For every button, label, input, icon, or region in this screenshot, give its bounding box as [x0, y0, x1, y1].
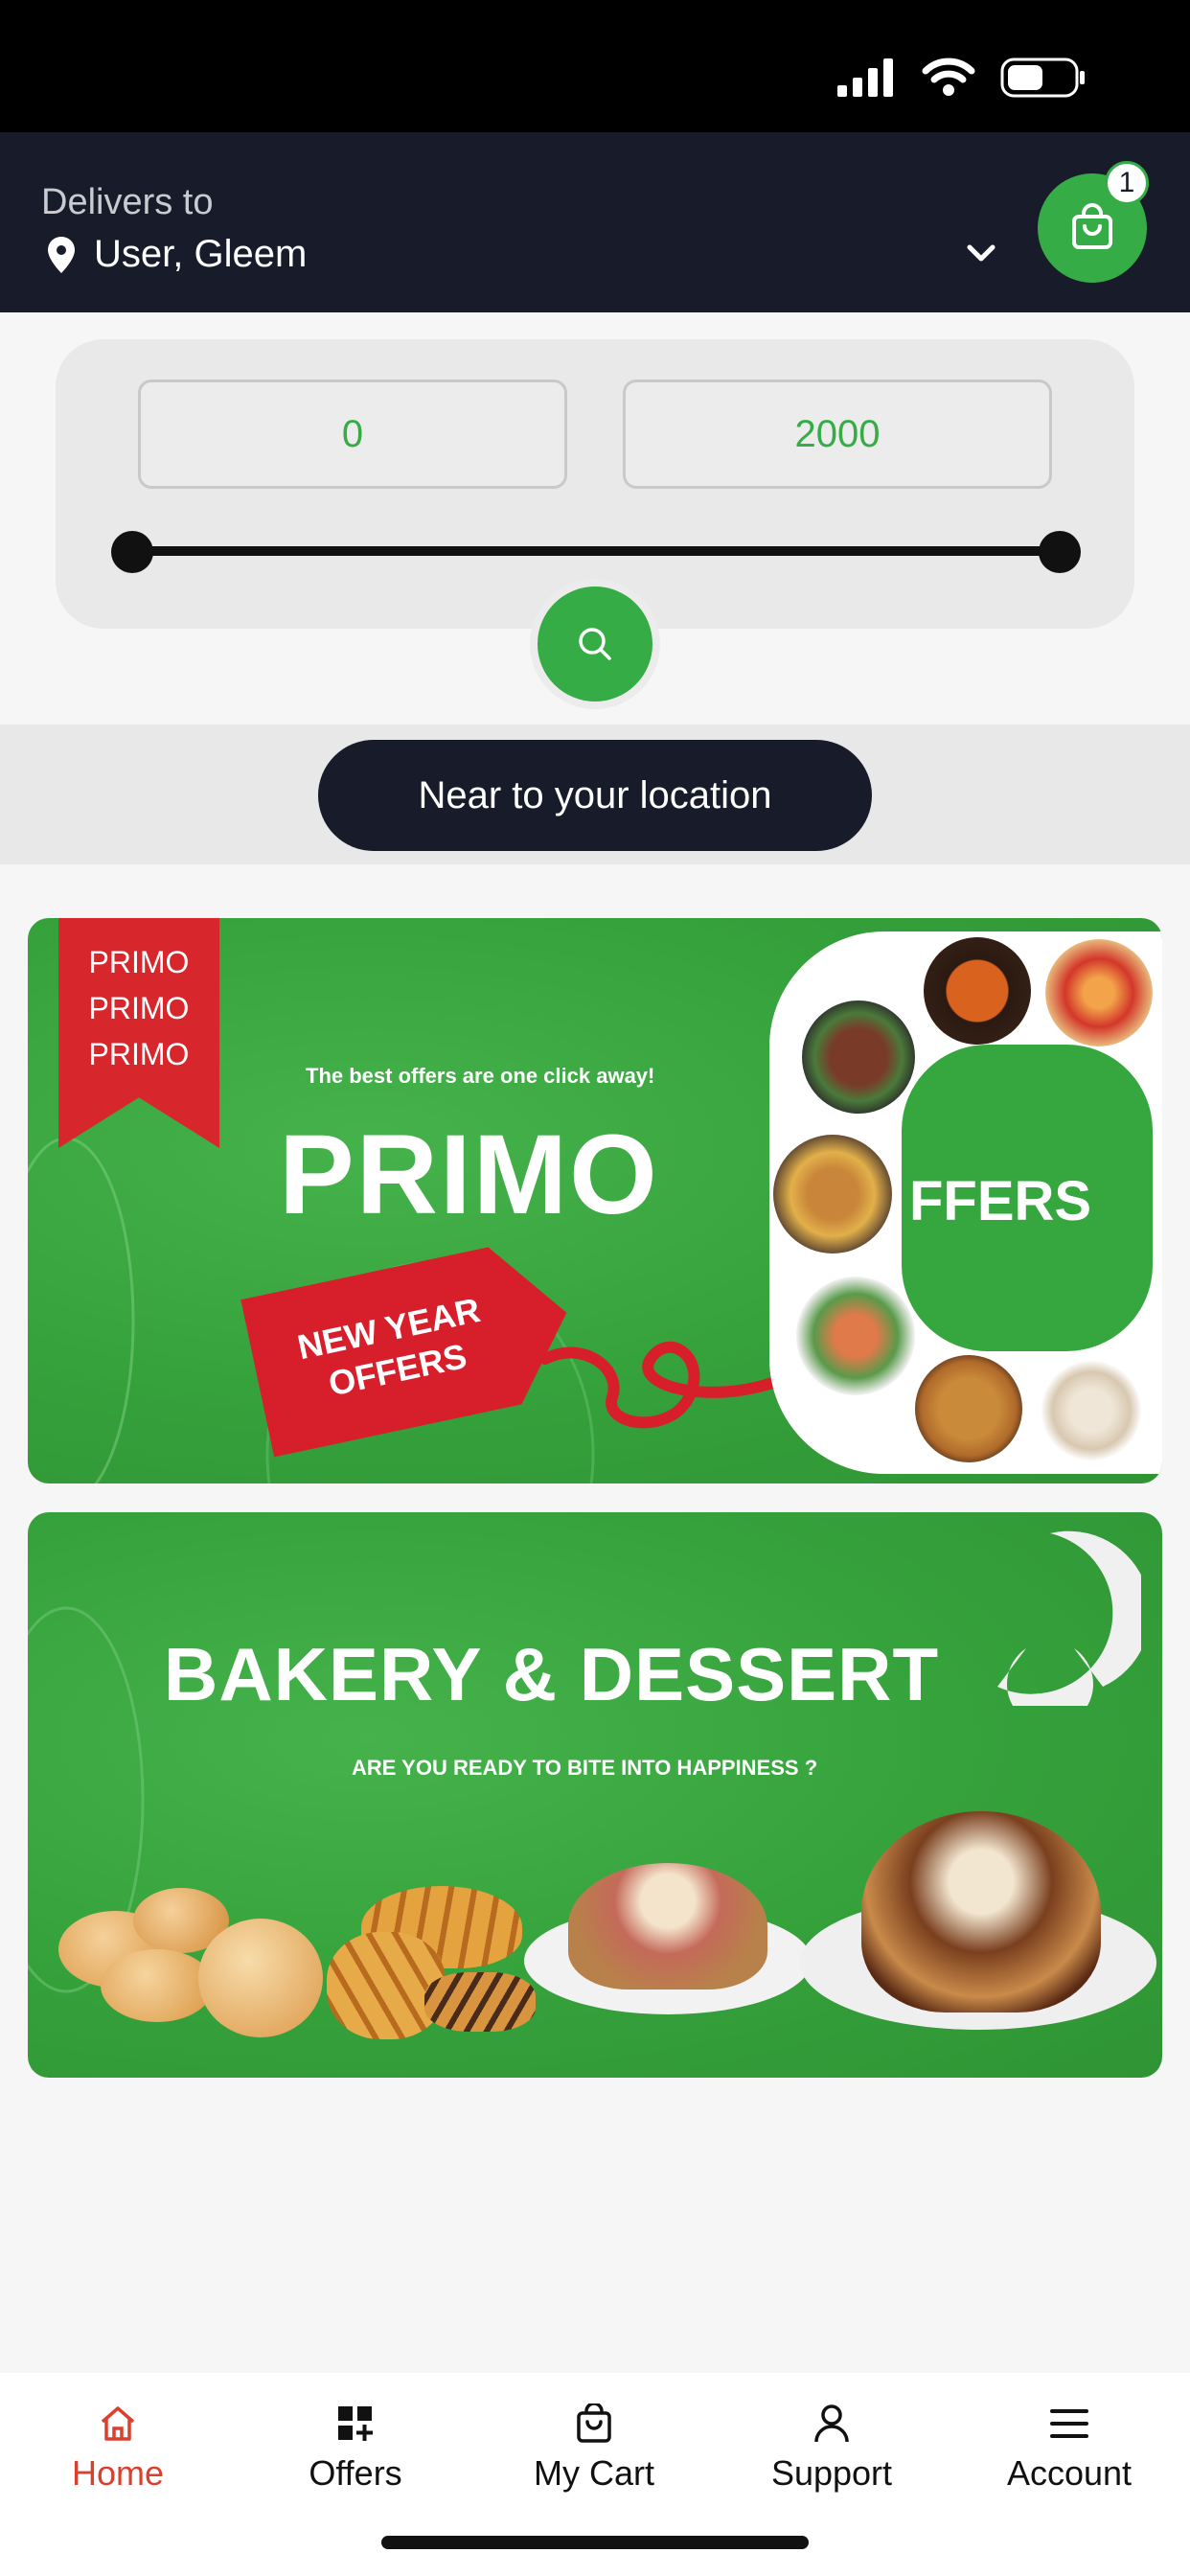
banner-tagline: The best offers are one click away! [306, 1064, 655, 1088]
cart-bag-icon [575, 2400, 613, 2448]
dish-image [924, 937, 1031, 1045]
delivers-to-label: Delivers to [41, 182, 214, 222]
bread-image [198, 1919, 323, 2037]
status-icons [837, 58, 1087, 98]
dish-image [915, 1355, 1022, 1462]
near-location-button[interactable]: Near to your location [318, 740, 872, 851]
eclair-image [424, 1972, 536, 2032]
offers-grid-icon [336, 2400, 375, 2448]
home-indicator [381, 2536, 809, 2549]
bakery-dessert-banner[interactable]: BAKERY & DESSERT ARE YOU READY TO BITE I… [28, 1512, 1162, 2078]
person-icon [812, 2400, 851, 2448]
price-range-min-handle[interactable] [111, 531, 153, 573]
ribbon-text: PRIMO [88, 1037, 190, 1071]
banner-headline: PRIMO [279, 1112, 659, 1238]
tab-label: Home [71, 2453, 165, 2493]
primo-offers-banner[interactable]: PRIMO PRIMO PRIMO The best offers are on… [28, 918, 1162, 1484]
dish-image [802, 1000, 915, 1114]
tab-my-cart[interactable]: My Cart [489, 2400, 699, 2494]
chevron-down-icon[interactable] [962, 238, 1000, 266]
banner-subline: ARE YOU READY TO BITE INTO HAPPINESS ? [352, 1756, 818, 1780]
tab-support[interactable]: Support [726, 2400, 937, 2494]
dish-image [796, 1276, 915, 1395]
search-icon [579, 628, 611, 660]
menu-icon [1049, 2400, 1089, 2448]
tab-label: Offers [309, 2453, 402, 2493]
waffle-dessert-image [861, 1811, 1101, 2012]
tab-label: Support [770, 2453, 893, 2493]
shopping-bag-icon [1072, 203, 1112, 249]
cart-count-badge: 1 [1105, 161, 1149, 205]
min-price-field[interactable]: 0 [138, 380, 567, 489]
wifi-icon [922, 58, 975, 96]
waffle-cake-image [568, 1863, 767, 1990]
banner-headline: BAKERY & DESSERT [164, 1632, 940, 1716]
status-bar [0, 0, 1190, 132]
app-header: Delivers to User, Gleem 1 [0, 132, 1190, 312]
signal-icon [837, 58, 893, 97]
tab-account[interactable]: Account [964, 2400, 1175, 2494]
location-pin-icon [48, 236, 75, 273]
red-ribbon-decor [539, 1341, 790, 1429]
price-range-track[interactable] [130, 546, 1060, 556]
offers-word: FFERS [909, 1170, 1092, 1232]
tab-offers[interactable]: Offers [250, 2400, 461, 2494]
dish-image [773, 1135, 892, 1254]
dish-image [1045, 939, 1153, 1046]
search-button[interactable] [538, 586, 652, 702]
price-range-max-handle[interactable] [1039, 531, 1081, 573]
tab-label: Account [1006, 2453, 1133, 2493]
location-selector[interactable]: User, Gleem [48, 233, 307, 276]
ribbon-text: PRIMO [88, 945, 190, 979]
bread-image [101, 1949, 214, 2022]
max-price-field[interactable]: 2000 [623, 380, 1052, 489]
home-icon [98, 2400, 138, 2448]
battery-icon [1000, 58, 1085, 98]
ribbon-text: PRIMO [88, 991, 190, 1025]
dish-image [1041, 1361, 1141, 1460]
tab-label: My Cart [534, 2453, 654, 2493]
brand-logo-o [997, 1530, 1141, 1706]
tab-home[interactable]: Home [12, 2400, 223, 2494]
price-filter-card: 0 2000 [56, 339, 1134, 629]
location-text: User, Gleem [94, 233, 308, 275]
